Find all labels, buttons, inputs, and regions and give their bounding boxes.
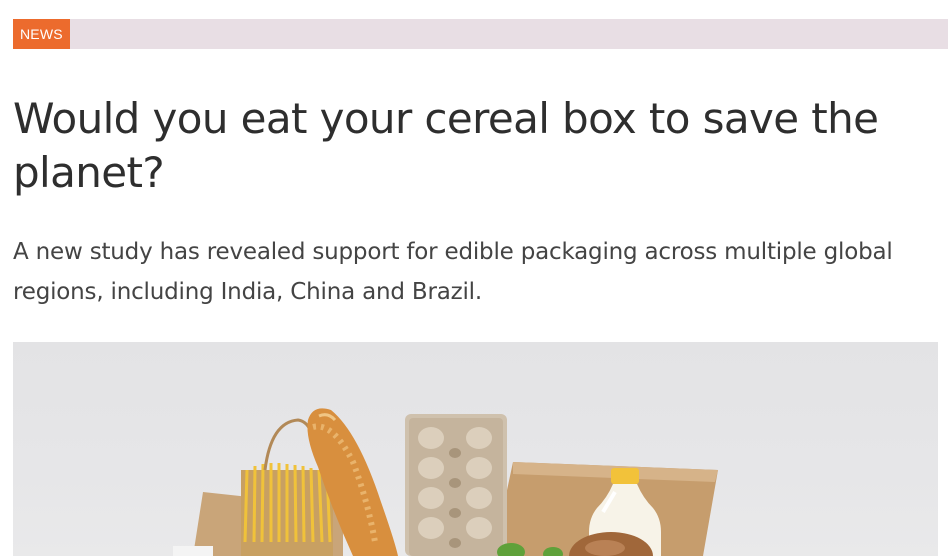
white-item: [173, 546, 213, 556]
egg-carton: [405, 414, 507, 556]
groceries-illustration: [173, 408, 718, 556]
hero-image: [13, 342, 938, 556]
category-tag[interactable]: NEWS: [13, 19, 70, 49]
article-standfirst: A new study has revealed support for edi…: [13, 239, 893, 305]
category-bar: NEWS: [13, 19, 948, 49]
article-headline: Would you eat your cereal box to save th…: [13, 94, 879, 197]
